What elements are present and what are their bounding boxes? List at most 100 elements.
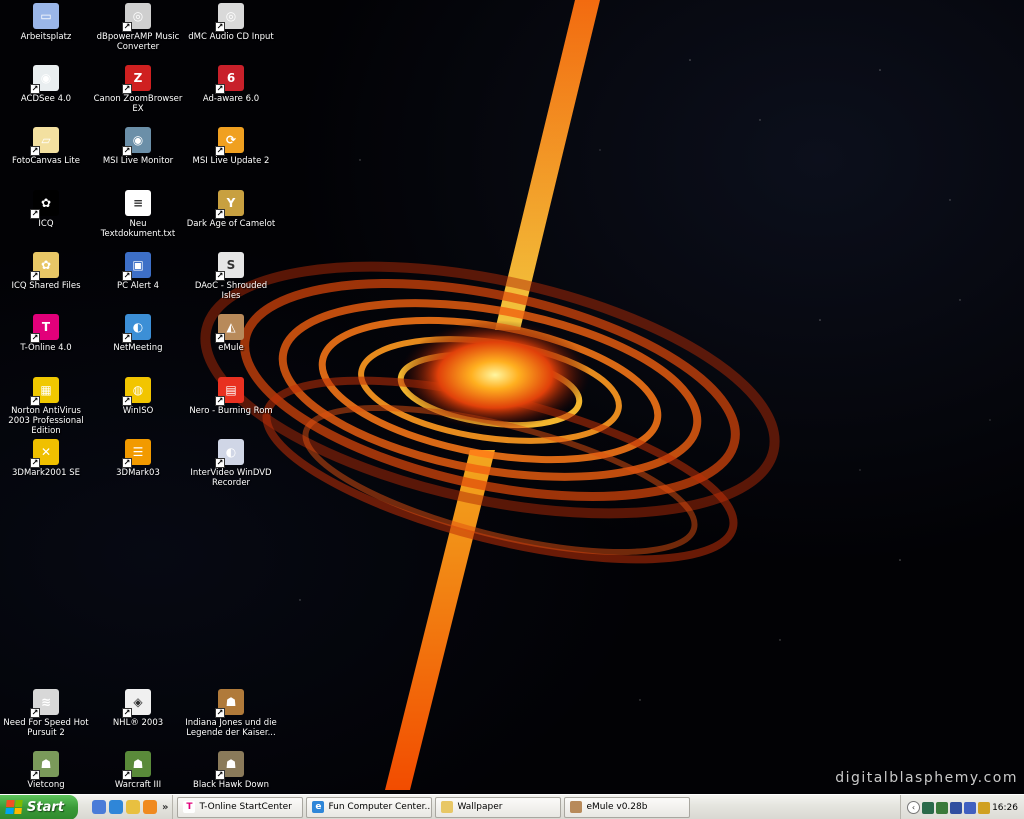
computer-icon: ▭ xyxy=(33,3,59,29)
start-label: Start xyxy=(27,799,64,815)
quick-launch-media-player-icon[interactable] xyxy=(143,800,157,814)
desktop-icon-3dmark03[interactable]: ☰ ↗ 3DMark03 xyxy=(92,439,184,478)
mule-icon xyxy=(570,801,583,813)
quick-launch-bar: » xyxy=(78,794,174,819)
volume-tray-icon[interactable] xyxy=(978,801,990,814)
desktop-icon-label: Indiana Jones und die Legende der Kaiser… xyxy=(185,718,277,738)
shortcut-arrow-icon: ↗ xyxy=(122,84,132,94)
desktop-icon-pc-alert[interactable]: ▣ ↗ PC Alert 4 xyxy=(92,252,184,291)
show-hidden-icons-button[interactable]: ‹ xyxy=(907,801,920,814)
desktop-icon-acdsee[interactable]: ◉ ↗ ACDSee 4.0 xyxy=(0,65,92,104)
desktop-icon-3dmark2001[interactable]: ✕ ↗ 3DMark2001 SE xyxy=(0,439,92,478)
nero-icon: ▤ ↗ xyxy=(215,377,244,406)
desktop-icon-neu-textdokument[interactable]: ≡ Neu Textdokument.txt xyxy=(92,190,184,239)
nfs-icon: ≋ ↗ xyxy=(30,689,59,718)
desktop-icon-ad-aware[interactable]: 6 ↗ Ad-aware 6.0 xyxy=(185,65,277,104)
desktop-icon-fotocanvas[interactable]: ▱ ↗ FotoCanvas Lite xyxy=(0,127,92,166)
desktop-icon-nfs[interactable]: ≋ ↗ Need For Speed Hot Pursuit 2 xyxy=(0,689,92,738)
quick-launch-ie-icon[interactable] xyxy=(109,800,123,814)
desktop-icon-label: 3DMark2001 SE xyxy=(11,468,80,478)
desktop-icon-emule[interactable]: ◭ ↗ eMule xyxy=(185,314,277,353)
shortcut-arrow-icon: ↗ xyxy=(30,209,40,219)
taskbar-button[interactable]: eMule v0.28b xyxy=(564,796,691,818)
desktop-icon-label: ICQ Shared Files xyxy=(11,281,81,291)
display-tray-icon[interactable] xyxy=(964,801,976,814)
desktop-icon-label: MSI Live Monitor xyxy=(102,156,174,166)
desktop-icon-label: Ad-aware 6.0 xyxy=(202,94,260,104)
desktop-icon-label: DAoC - Shrouded Isles xyxy=(194,281,268,301)
desktop-icon-label: Nero - Burning Rom xyxy=(189,406,273,416)
desktop-icon-label: NetMeeting xyxy=(113,343,163,353)
shortcut-arrow-icon: ↗ xyxy=(30,708,40,718)
t-online-icon: T xyxy=(183,801,196,813)
shortcut-arrow-icon: ↗ xyxy=(122,333,132,343)
desktop-icon-nero[interactable]: ▤ ↗ Nero - Burning Rom xyxy=(185,377,277,416)
desktop-icon-netmeeting[interactable]: ◐ ↗ NetMeeting xyxy=(92,314,184,353)
monitor-eye-icon: ◉ ↗ xyxy=(122,127,151,156)
taskbar: Start » T T-Online StartCenter e Fun Comput… xyxy=(0,794,1024,819)
desktop-icon-label: T-Online 4.0 xyxy=(20,343,72,353)
quick-launch-outlook-icon[interactable] xyxy=(126,800,140,814)
desktop-icon-vietcong[interactable]: ☗ ↗ Vietcong xyxy=(0,751,92,790)
quick-launch-more-button[interactable]: » xyxy=(162,802,168,813)
desktop-icon-label: FotoCanvas Lite xyxy=(12,156,80,166)
desktop-icon-norton[interactable]: ▦ ↗ Norton AntiVirus 2003 Professional Edi… xyxy=(0,377,92,436)
shortcut-arrow-icon: ↗ xyxy=(30,396,40,406)
desktop-icon-icq[interactable]: ✿ ↗ ICQ xyxy=(0,190,92,229)
folder-icon: ✿ ↗ xyxy=(30,252,59,281)
shortcut-arrow-icon: ↗ xyxy=(122,458,132,468)
desktop-icon-dbpoweramp[interactable]: ◎ ↗ dBpowerAMP Music Converter xyxy=(92,3,184,52)
shortcut-arrow-icon: ↗ xyxy=(215,333,225,343)
start-button[interactable]: Start xyxy=(0,794,78,819)
clock[interactable]: 16:26 xyxy=(992,803,1018,813)
wallpaper-watermark: digitalblasphemy.com xyxy=(835,770,1018,786)
shortcut-arrow-icon: ↗ xyxy=(122,271,132,281)
desktop-icon-indiana[interactable]: ☗ ↗ Indiana Jones und die Legende der Kais… xyxy=(185,689,277,738)
desktop-icon-nhl[interactable]: ◈ ↗ NHL® 2003 xyxy=(92,689,184,728)
shortcut-arrow-icon: ↗ xyxy=(30,333,40,343)
desktop-icon-label: Warcraft III xyxy=(114,780,162,790)
desktop-icon-black-hawk[interactable]: ☗ ↗ Black Hawk Down xyxy=(185,751,277,790)
taskbar-button[interactable]: T T-Online StartCenter xyxy=(177,796,304,818)
desktop-icon-label: NHL® 2003 xyxy=(112,718,164,728)
shortcut-arrow-icon: ↗ xyxy=(215,271,225,281)
desktop-icon-label: PC Alert 4 xyxy=(116,281,160,291)
vietcong-icon: ☗ ↗ xyxy=(30,751,59,780)
desktop-icon-warcraft[interactable]: ☗ ↗ Warcraft III xyxy=(92,751,184,790)
desktop-icon-label: Black Hawk Down xyxy=(193,780,269,790)
cd-icon: ◎ ↗ xyxy=(215,3,244,32)
shortcut-arrow-icon: ↗ xyxy=(30,458,40,468)
shortcut-arrow-icon: ↗ xyxy=(122,770,132,780)
shortcut-arrow-icon: ↗ xyxy=(30,770,40,780)
desktop-icon-label: WinISO xyxy=(122,406,154,416)
mule-icon: ◭ ↗ xyxy=(215,314,244,343)
desktop-icon-arbeitsplatz[interactable]: ▭ Arbeitsplatz xyxy=(0,3,92,42)
desktop-icon-t-online[interactable]: T ↗ T-Online 4.0 xyxy=(0,314,92,353)
desktop-icon-msi-live-monitor[interactable]: ◉ ↗ MSI Live Monitor xyxy=(92,127,184,166)
taskbar-button[interactable]: e Fun Computer Center... xyxy=(306,796,433,818)
windows-logo-icon xyxy=(5,800,23,814)
tray-icons xyxy=(922,801,990,814)
quick-launch-desktop-icon[interactable] xyxy=(92,800,106,814)
taskbar-button-label: eMule v0.28b xyxy=(586,802,648,812)
eye-tray-icon[interactable] xyxy=(922,801,934,814)
taskbar-button[interactable]: Wallpaper xyxy=(435,796,562,818)
network-tray-icon[interactable] xyxy=(936,801,948,814)
shortcut-arrow-icon: ↗ xyxy=(215,84,225,94)
desktop-icon-winiso[interactable]: ◍ ↗ WinISO xyxy=(92,377,184,416)
desktop-icon-dmc-audio[interactable]: ◎ ↗ dMC Audio CD Input xyxy=(185,3,277,42)
eye-icon: ◉ ↗ xyxy=(30,65,59,94)
desktop-icon-msi-live-update[interactable]: ⟳ ↗ MSI Live Update 2 xyxy=(185,127,277,166)
desktop-icon-icq-shared[interactable]: ✿ ↗ ICQ Shared Files xyxy=(0,252,92,291)
live-update-icon: ⟳ ↗ xyxy=(215,127,244,156)
desktop-icon-canon-zoombrowser[interactable]: Z ↗ Canon ZoomBrowser EX xyxy=(92,65,184,114)
3dmark03-icon: ☰ ↗ xyxy=(122,439,151,468)
ad-aware-icon: 6 ↗ xyxy=(215,65,244,94)
desktop-icon-daoc-si[interactable]: S ↗ DAoC - Shrouded Isles xyxy=(185,252,277,301)
3dmark-icon: ✕ ↗ xyxy=(30,439,59,468)
monitor-tray-icon[interactable] xyxy=(950,801,962,814)
desktop-icon-windvd[interactable]: ◐ ↗ InterVideo WinDVD Recorder xyxy=(185,439,277,488)
shortcut-arrow-icon: ↗ xyxy=(215,458,225,468)
grail-icon: Y ↗ xyxy=(215,190,244,219)
desktop-icon-dark-age[interactable]: Y ↗ Dark Age of Camelot xyxy=(185,190,277,229)
